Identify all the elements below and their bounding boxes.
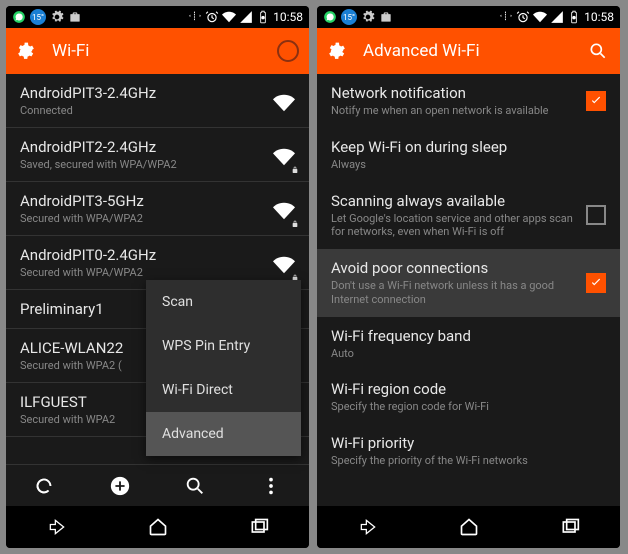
whatsapp-icon [12,10,26,24]
setting-item[interactable]: Avoid poor connections Don't use a Wi-Fi… [317,249,620,317]
wifi-network-name: AndroidPIT2-2.4GHz [20,138,273,156]
status-bar: 15° 10:58 [317,6,620,28]
wifi-signal-icon [273,254,295,272]
gear-icon[interactable] [327,41,347,61]
setting-subtitle: Specify the region code for Wi-Fi [331,400,596,414]
alarm-icon [205,10,219,24]
wifi-network-name: AndroidPIT3-2.4GHz [20,84,273,102]
phone-right: 15° 10:58 Advanced Wi-Fi Network notific… [317,6,620,548]
wifi-network-item[interactable]: AndroidPIT3-2.4GHz Connected [6,74,309,128]
setting-item[interactable]: Network notification Notify me when an o… [317,74,620,128]
setting-title: Scanning always available [331,192,576,210]
bottom-toolbar [6,464,309,506]
wifi-signal-icon [273,92,295,110]
wifi-toggle[interactable] [277,40,299,62]
setting-title: Avoid poor connections [331,259,576,277]
nav-bar [6,506,309,548]
setting-item[interactable]: Wi-Fi region code Specify the region cod… [317,370,620,424]
search-button[interactable] [181,472,209,500]
app-bar-title: Wi-Fi [52,41,277,61]
whatsapp-icon [323,10,337,24]
weather-icon: 15° [30,9,46,25]
weather-icon: 15° [341,9,357,25]
settings-list: Network notification Notify me when an o… [317,74,620,506]
checkbox[interactable] [586,205,606,225]
setting-subtitle: Specify the priority of the Wi-Fi networ… [331,454,596,468]
phone-left: 15° 10:58 Wi-Fi AndroidPIT3-2.4GHz [6,6,309,548]
setting-title: Keep Wi-Fi on during sleep [331,138,596,156]
wifi-network-item[interactable]: AndroidPIT3-5GHz Secured with WPA/WPA2 [6,182,309,236]
menu-item-scan[interactable]: Scan [146,280,301,324]
app-bar: Wi-Fi [6,28,309,74]
setting-subtitle: Notify me when an open network is availa… [331,104,576,118]
setting-item[interactable]: Wi-Fi priority Specify the priority of t… [317,424,620,478]
home-button[interactable] [455,513,483,541]
gear-icon[interactable] [16,41,36,61]
battery-icon [567,10,581,24]
setting-item[interactable]: Keep Wi-Fi on during sleep Always [317,128,620,182]
recents-button[interactable] [245,513,273,541]
setting-item[interactable]: Scanning always available Let Google's l… [317,182,620,250]
home-button[interactable] [144,513,172,541]
refresh-button[interactable] [30,472,58,500]
wifi-list: AndroidPIT3-2.4GHz Connected AndroidPIT2… [6,74,309,506]
menu-item-advanced[interactable]: Advanced [146,412,301,456]
status-bar: 15° 10:58 [6,6,309,28]
vibrate-icon [499,10,513,24]
status-time: 10:58 [273,10,303,24]
setting-subtitle: Let Google's location service and other … [331,212,576,240]
wifi-network-status: Saved, secured with WPA/WPA2 [20,158,273,171]
nav-bar [317,506,620,548]
menu-item-wi-fi-direct[interactable]: Wi-Fi Direct [146,368,301,412]
wifi-network-name: AndroidPIT3-5GHz [20,192,273,210]
wifi-network-item[interactable]: AndroidPIT2-2.4GHz Saved, secured with W… [6,128,309,182]
checkbox[interactable] [586,273,606,293]
app-bar-title: Advanced Wi-Fi [363,41,586,61]
setting-subtitle: Don't use a Wi-Fi network unless it has … [331,279,576,307]
wifi-network-status: Secured with WPA/WPA2 [20,266,273,279]
signal-icon [550,10,564,24]
vibrate-icon [188,10,202,24]
search-icon[interactable] [586,39,610,63]
wifi-signal-icon [273,146,295,164]
gear-small-icon [50,10,64,24]
setting-title: Wi-Fi frequency band [331,327,596,345]
app-bar: Advanced Wi-Fi [317,28,620,74]
back-button[interactable] [354,513,382,541]
wifi-network-name: AndroidPIT0-2.4GHz [20,246,273,264]
wifi-network-status: Secured with WPA/WPA2 [20,212,273,225]
briefcase-icon [68,10,82,24]
wifi-status-icon [222,10,236,24]
setting-item[interactable]: Wi-Fi frequency band Auto [317,317,620,371]
setting-title: Wi-Fi priority [331,434,596,452]
setting-subtitle: Always [331,158,596,172]
wifi-network-status: Connected [20,104,273,117]
battery-icon [256,10,270,24]
more-button[interactable] [257,472,285,500]
checkbox[interactable] [586,91,606,111]
add-network-button[interactable] [106,472,134,500]
status-time: 10:58 [584,10,614,24]
gear-small-icon [361,10,375,24]
back-button[interactable] [43,513,71,541]
wifi-status-icon [533,10,547,24]
setting-subtitle: Auto [331,347,596,361]
setting-title: Network notification [331,84,576,102]
alarm-icon [516,10,530,24]
overflow-menu: ScanWPS Pin EntryWi-Fi DirectAdvanced [146,280,301,456]
recents-button[interactable] [556,513,584,541]
wifi-signal-icon [273,200,295,218]
menu-item-wps-pin-entry[interactable]: WPS Pin Entry [146,324,301,368]
briefcase-icon [379,10,393,24]
signal-icon [239,10,253,24]
setting-title: Wi-Fi region code [331,380,596,398]
